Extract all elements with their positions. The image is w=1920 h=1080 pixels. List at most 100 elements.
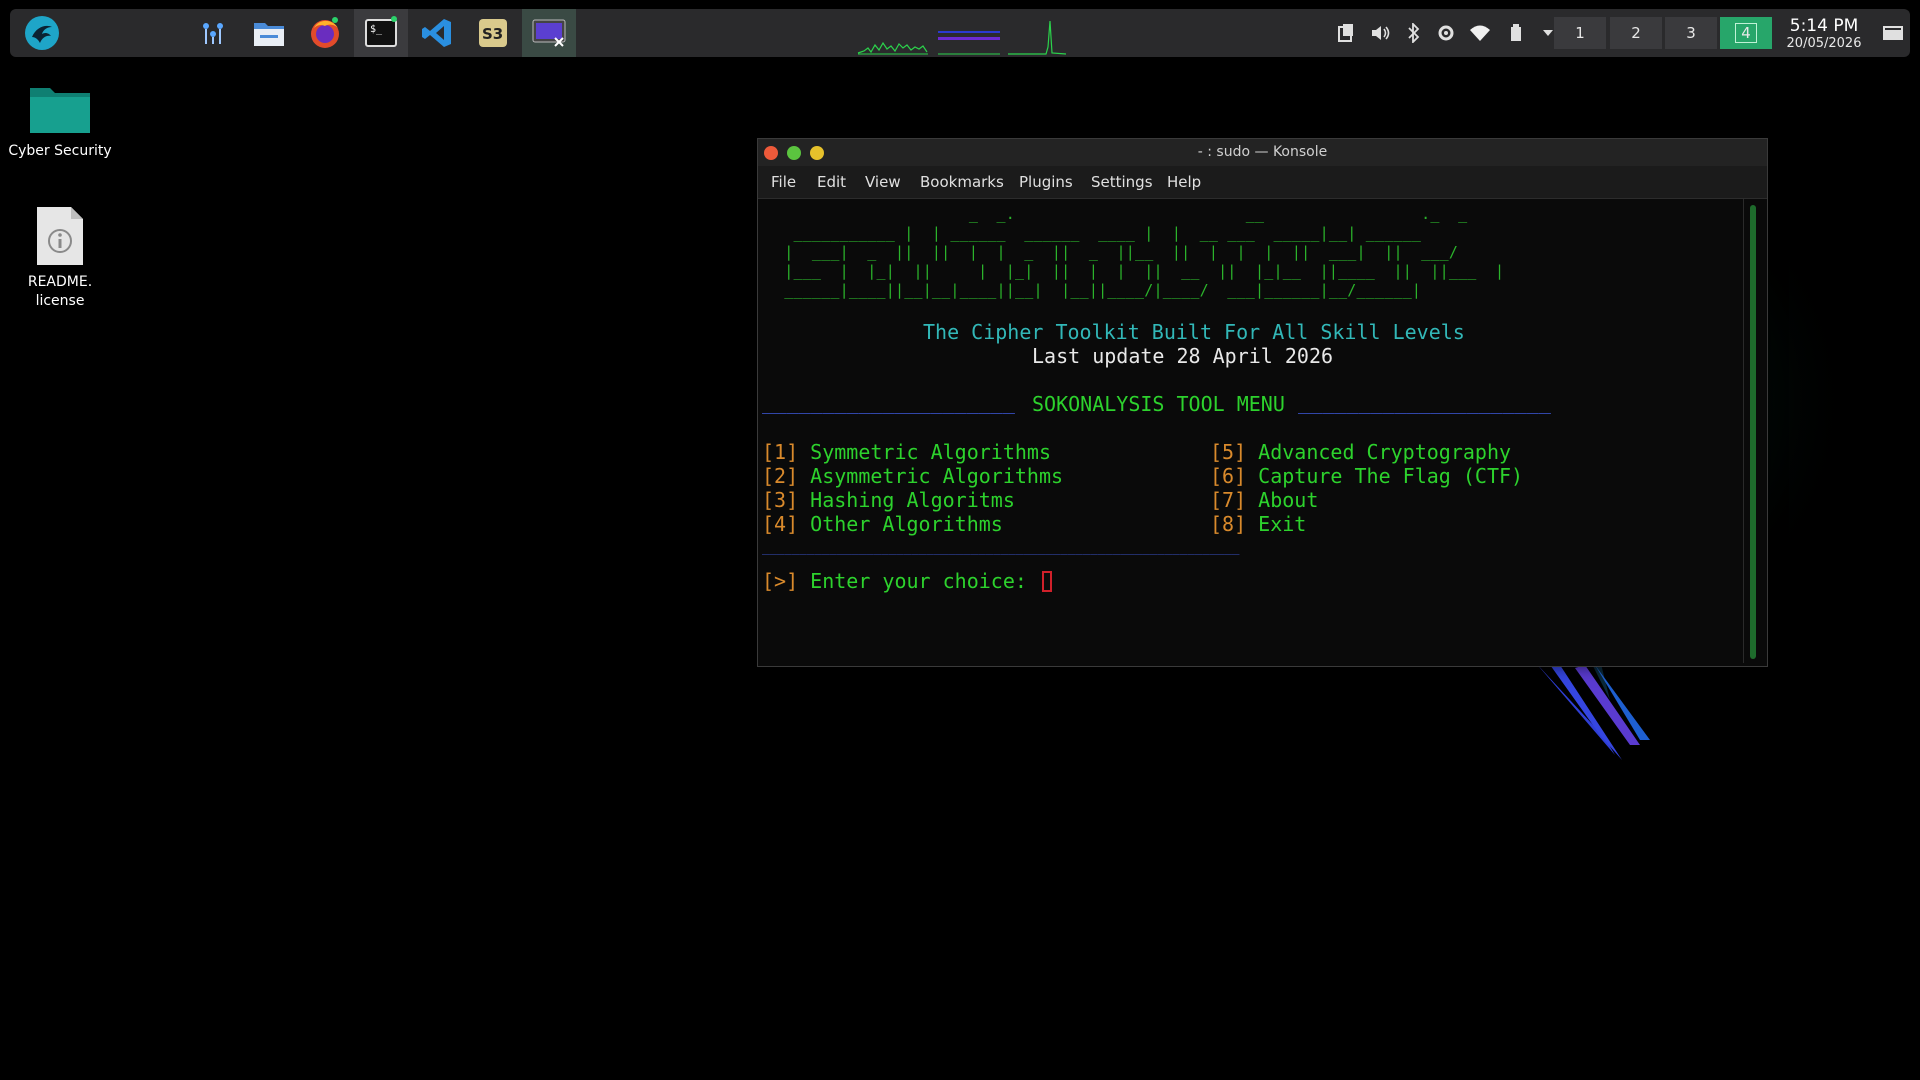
ascii-banner-line: _ _. __ ._ _	[775, 205, 1468, 223]
option-label: Advanced Cryptography	[1258, 440, 1512, 464]
menu-option-2[interactable]: [2] Asymmetric Algorithms	[762, 464, 1063, 488]
desktop-2[interactable]: 2	[1610, 17, 1662, 49]
option-key: [2]	[762, 464, 799, 488]
menu-bar: File Edit View Bookmarks Plugins Setting…	[758, 166, 1767, 199]
menu-option-1[interactable]: [1] Symmetric Algorithms	[762, 440, 1051, 464]
text-cursor	[1042, 571, 1052, 592]
kali-dragon-icon	[25, 16, 59, 50]
system-load-graph	[857, 20, 1067, 55]
chevron-down-icon	[1543, 30, 1553, 36]
prompt-line[interactable]: [>] Enter your choice:	[762, 569, 1027, 593]
option-label: Hashing Algoritms	[810, 488, 1015, 512]
option-label: About	[1258, 488, 1319, 512]
tray-wifi[interactable]	[1464, 9, 1496, 57]
prompt-marker: [>]	[762, 569, 799, 593]
menu-option-4[interactable]: [4] Other Algorithms	[762, 512, 1003, 536]
tray-clipboard[interactable]	[1330, 9, 1362, 57]
desktop-icon-cyber-security[interactable]: Cyber Security	[0, 84, 120, 161]
menu-rule-left: _____________________	[762, 390, 1015, 414]
option-label: Symmetric Algorithms	[810, 440, 1051, 464]
clock[interactable]: 5:14 PM 20/05/2026	[1776, 16, 1872, 51]
terminal-icon: $_	[365, 16, 397, 47]
menu-plugins[interactable]: Plugins	[1019, 166, 1073, 198]
menu-option-5[interactable]: [5] Advanced Cryptography	[1210, 440, 1511, 464]
menu-help[interactable]: Help	[1167, 166, 1201, 198]
prompt-text: Enter your choice:	[810, 569, 1027, 593]
menu-settings[interactable]: Settings	[1091, 166, 1153, 198]
menu-bookmarks[interactable]: Bookmarks	[920, 166, 1004, 198]
remote-desktop-icon	[532, 19, 566, 47]
option-key: [8]	[1210, 512, 1247, 536]
ascii-banner-line: ___________ | | ______ ______ ____ | | _…	[775, 224, 1422, 242]
menu-rule-right: _____________________	[1298, 390, 1551, 414]
wifi-icon	[1470, 25, 1490, 41]
desktop-3-label: 3	[1686, 24, 1696, 42]
menu-view[interactable]: View	[865, 166, 901, 198]
desktop-1-label: 1	[1575, 24, 1585, 42]
task-file-manager[interactable]	[242, 9, 296, 57]
tray-bluetooth[interactable]	[1398, 9, 1430, 57]
file-info-icon	[37, 207, 83, 265]
desktop-icon-label: Cyber Security	[8, 143, 112, 159]
option-key: [5]	[1210, 440, 1247, 464]
menu-option-8[interactable]: [8] Exit	[1210, 512, 1306, 536]
volume-icon	[1372, 26, 1390, 40]
last-update: Last update 28 April 2026	[1032, 344, 1334, 368]
option-label: Other Algorithms	[810, 512, 1003, 536]
ascii-banner-line: |___ | |_| || | |_| || | | || __ || |_|_…	[775, 262, 1505, 280]
tray-battery[interactable]	[1500, 9, 1532, 57]
tagline: The Cipher Toolkit Built For All Skill L…	[923, 320, 1465, 344]
tray-settings[interactable]	[1430, 9, 1462, 57]
clipboard-icon	[1338, 24, 1353, 42]
desktop-2-label: 2	[1631, 24, 1641, 42]
option-key: [6]	[1210, 464, 1247, 488]
folder-icon	[30, 88, 90, 133]
option-label: Exit	[1258, 512, 1307, 536]
show-desktop-icon	[1883, 26, 1903, 40]
window-titlebar[interactable]: - : sudo — Konsole	[758, 139, 1767, 166]
system-monitor-icon	[203, 23, 223, 44]
firefox-icon	[311, 17, 339, 48]
tray-volume[interactable]	[1364, 9, 1396, 57]
menu-option-7[interactable]: [7] About	[1210, 488, 1318, 512]
option-key: [1]	[762, 440, 799, 464]
settings-icon	[1438, 25, 1454, 41]
task-system-monitor[interactable]	[186, 9, 240, 57]
svg-text:S3: S3	[482, 25, 503, 43]
option-label: Capture The Flag (CTF)	[1258, 464, 1524, 488]
terminal-output[interactable]: _ _. __ ._ _ ___________ | | ______ ____…	[762, 199, 1744, 663]
option-key: [3]	[762, 488, 799, 512]
show-desktop-button[interactable]	[1878, 9, 1908, 57]
menu-option-3[interactable]: [3] Hashing Algoritms	[762, 488, 1015, 512]
task-terminal[interactable]: $_	[354, 9, 408, 57]
desktop-icon-readme[interactable]: README. license	[0, 205, 120, 311]
task-remote-desktop[interactable]	[522, 9, 576, 57]
desktop-icon-label: README. license	[27, 274, 93, 309]
ascii-banner-line: ______|____||__|__|____||__| |__||____/|…	[775, 281, 1422, 299]
task-firefox[interactable]	[298, 9, 352, 57]
application-launcher-button[interactable]	[14, 9, 70, 57]
ascii-banner-line: | ___| _ || || | | _ || _ ||__ || | | | …	[775, 243, 1459, 261]
clock-date: 20/05/2026	[1786, 36, 1862, 51]
app-icon: S3	[479, 19, 507, 47]
desktop-3[interactable]: 3	[1665, 17, 1717, 49]
bottom-rule: ________________________________________…	[762, 540, 1240, 555]
svg-text:$_: $_	[370, 24, 383, 35]
desktop-4[interactable]: 4	[1720, 17, 1772, 49]
option-key: [7]	[1210, 488, 1247, 512]
terminal-scrollbar[interactable]	[1747, 203, 1759, 661]
menu-edit[interactable]: Edit	[817, 166, 846, 198]
clock-time: 5:14 PM	[1789, 16, 1859, 36]
top-panel: $_ S3 1 2 3 4 5:14 PM 20/05/2026	[10, 9, 1910, 57]
menu-title: SOKONALYSIS TOOL MENU	[1032, 392, 1285, 416]
task-vscode[interactable]	[410, 9, 464, 57]
menu-file[interactable]: File	[771, 166, 796, 198]
option-label: Asymmetric Algorithms	[810, 464, 1064, 488]
task-app[interactable]: S3	[466, 9, 520, 57]
menu-option-6[interactable]: [6] Capture The Flag (CTF)	[1210, 464, 1523, 488]
option-key: [4]	[762, 512, 799, 536]
scrollbar-thumb[interactable]	[1750, 205, 1756, 659]
desktop-4-label: 4	[1735, 23, 1757, 43]
battery-icon	[1511, 24, 1521, 41]
desktop-1[interactable]: 1	[1554, 17, 1606, 49]
